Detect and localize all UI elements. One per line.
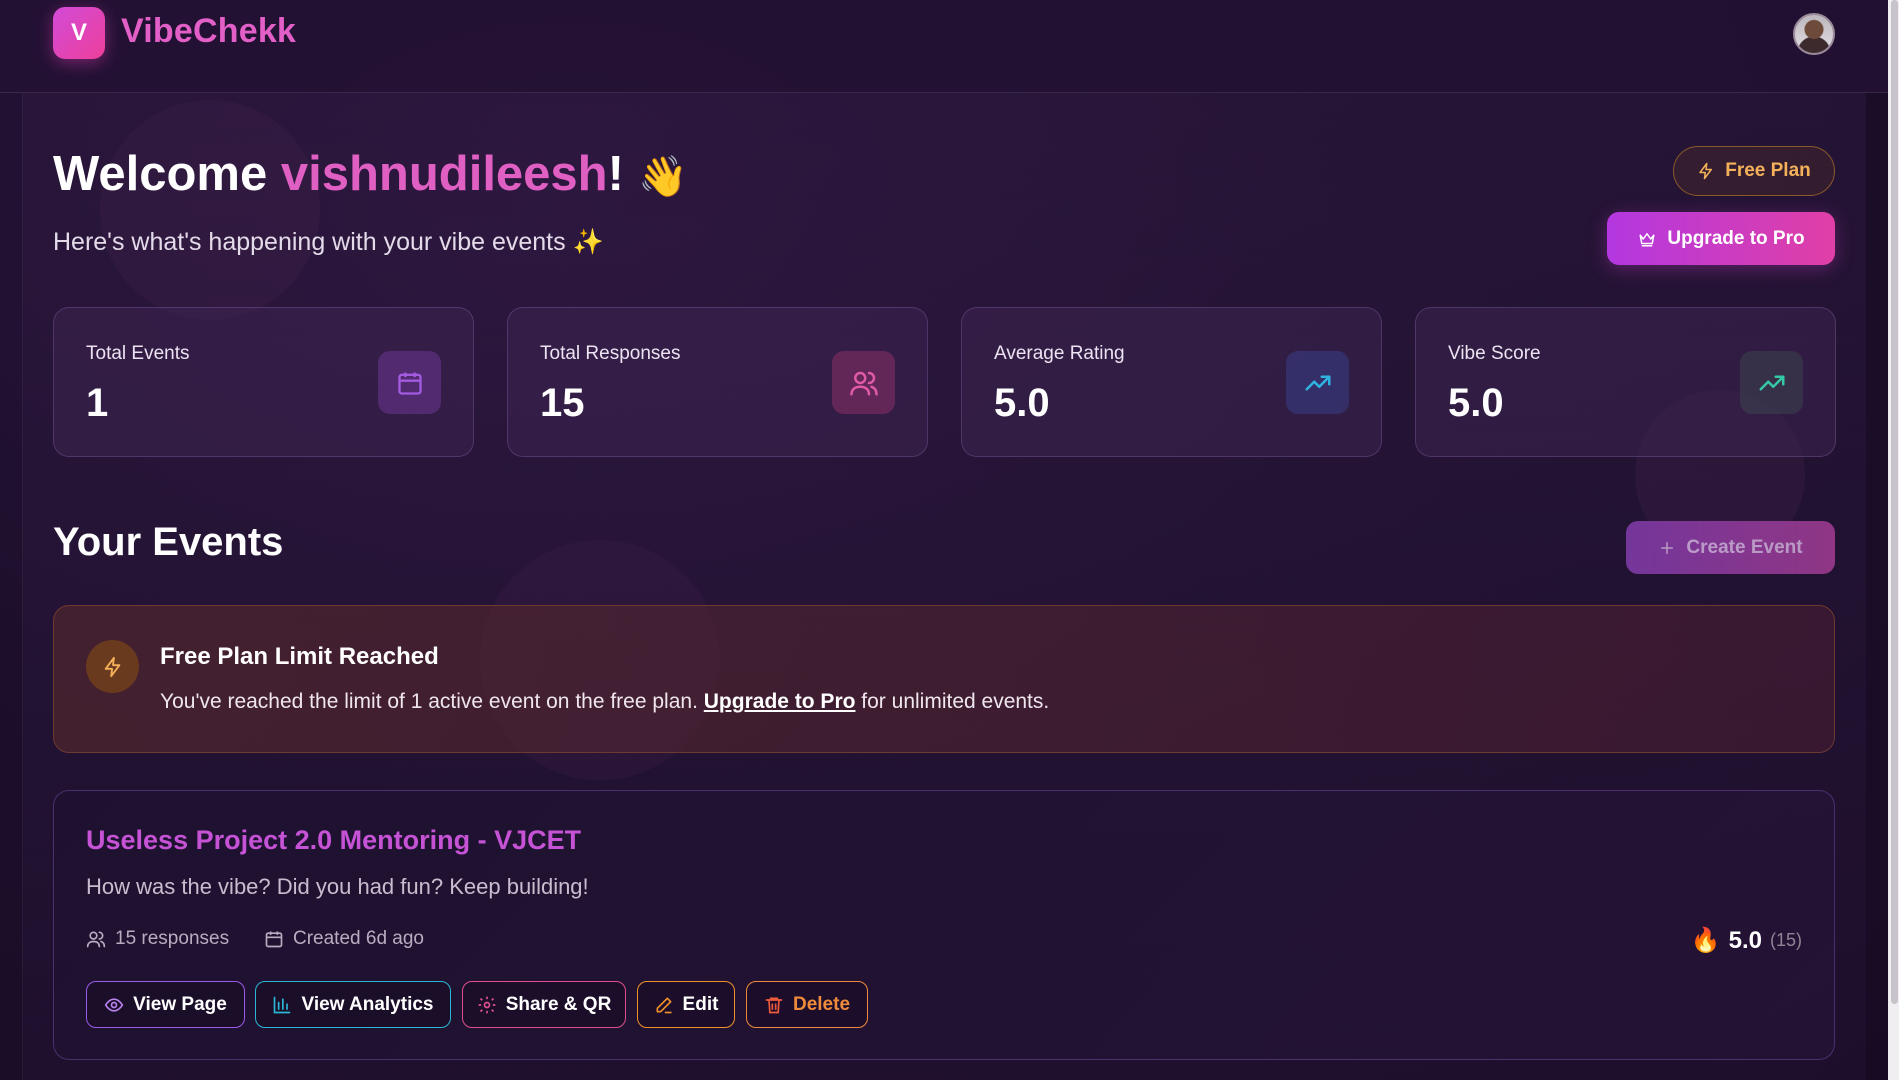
your-events-heading: Your Events	[53, 520, 284, 564]
share-qr-label: Share & QR	[505, 993, 612, 1015]
app-logo[interactable]: V	[53, 7, 105, 59]
stat-value: 1	[86, 381, 109, 425]
welcome-username: vishnudileesh	[280, 147, 608, 201]
delete-label: Delete	[792, 993, 851, 1015]
created-time: Created 6d ago	[293, 928, 424, 949]
calendar-icon	[378, 351, 441, 414]
stat-value: 5.0	[1448, 381, 1504, 425]
stat-card-total-events: Total Events 1	[53, 307, 474, 457]
limit-title: Free Plan Limit Reached	[160, 643, 439, 670]
upgrade-to-pro-button[interactable]: Upgrade to Pro	[1607, 212, 1835, 265]
gear-icon	[478, 996, 496, 1013]
stat-card-total-responses: Total Responses 15	[507, 307, 928, 457]
lightning-icon	[1699, 162, 1713, 180]
stat-label: Vibe Score	[1448, 343, 1541, 364]
welcome-subtitle: Here's what's happening with your vibe e…	[53, 228, 604, 256]
stat-label: Total Responses	[540, 343, 681, 364]
free-plan-label: Free Plan	[1725, 160, 1811, 181]
edit-label: Edit	[682, 993, 719, 1015]
upgrade-link[interactable]: Upgrade to Pro	[704, 690, 856, 713]
view-analytics-button[interactable]: View Analytics	[255, 981, 451, 1028]
stat-card-vibe-score: Vibe Score 5.0	[1415, 307, 1836, 457]
event-description: How was the vibe? Did you had fun? Keep …	[86, 874, 589, 899]
event-responses: 15 responses	[86, 928, 229, 950]
plus-icon	[1661, 541, 1674, 554]
top-header: V VibeChekk	[0, 0, 1888, 93]
users-icon	[832, 351, 895, 414]
eye-icon	[104, 997, 124, 1012]
stat-value: 5.0	[994, 381, 1050, 425]
limit-text-after: for unlimited events.	[861, 690, 1050, 713]
lightning-icon	[86, 640, 139, 693]
free-plan-badge[interactable]: Free Plan	[1673, 146, 1835, 196]
view-page-button[interactable]: View Page	[86, 981, 245, 1028]
event-rating: 🔥 5.0 (15)	[1691, 926, 1802, 955]
edit-button[interactable]: Edit	[637, 981, 735, 1028]
view-analytics-label: View Analytics	[301, 993, 434, 1015]
upgrade-label: Upgrade to Pro	[1667, 227, 1805, 249]
stat-card-average-rating: Average Rating 5.0	[961, 307, 1382, 457]
user-avatar[interactable]	[1793, 13, 1835, 55]
fire-icon: 🔥	[1690, 927, 1721, 954]
responses-count: 15 responses	[115, 928, 230, 949]
welcome-punctuation: !	[607, 147, 624, 201]
welcome-heading: Welcome vishnudileesh! 👋	[53, 146, 688, 202]
trending-up-icon	[1286, 351, 1349, 414]
event-card: Useless Project 2.0 Mentoring - VJCET Ho…	[53, 790, 1835, 1060]
scrollbar-thumb[interactable]	[1891, 0, 1898, 1004]
delete-button[interactable]: Delete	[746, 981, 868, 1028]
event-title[interactable]: Useless Project 2.0 Mentoring - VJCET	[86, 825, 581, 856]
edit-icon	[656, 997, 672, 1013]
app-name[interactable]: VibeChekk	[121, 12, 296, 51]
share-qr-button[interactable]: Share & QR	[462, 981, 626, 1028]
trash-icon	[765, 997, 783, 1013]
event-created: Created 6d ago	[264, 928, 424, 950]
welcome-greeting: Welcome	[53, 147, 268, 201]
rating-value: 5.0	[1728, 926, 1762, 954]
create-event-button[interactable]: Create Event	[1626, 521, 1835, 574]
create-event-label: Create Event	[1686, 536, 1803, 558]
calendar-icon	[265, 931, 283, 948]
limit-message: You've reached the limit of 1 active eve…	[160, 690, 1049, 714]
bar-chart-icon	[274, 996, 291, 1013]
stat-label: Total Events	[86, 343, 190, 364]
rating-count: (15)	[1769, 930, 1802, 950]
limit-text-before: You've reached the limit of 1 active eve…	[160, 690, 698, 713]
users-icon	[86, 931, 106, 948]
wave-emoji: 👋	[637, 155, 688, 199]
plan-limit-banner: Free Plan Limit Reached You've reached t…	[53, 605, 1835, 753]
crown-icon	[1639, 232, 1655, 246]
trending-up-icon	[1740, 351, 1803, 414]
view-page-label: View Page	[133, 993, 227, 1015]
stat-value: 15	[540, 381, 585, 425]
stat-label: Average Rating	[994, 343, 1125, 364]
